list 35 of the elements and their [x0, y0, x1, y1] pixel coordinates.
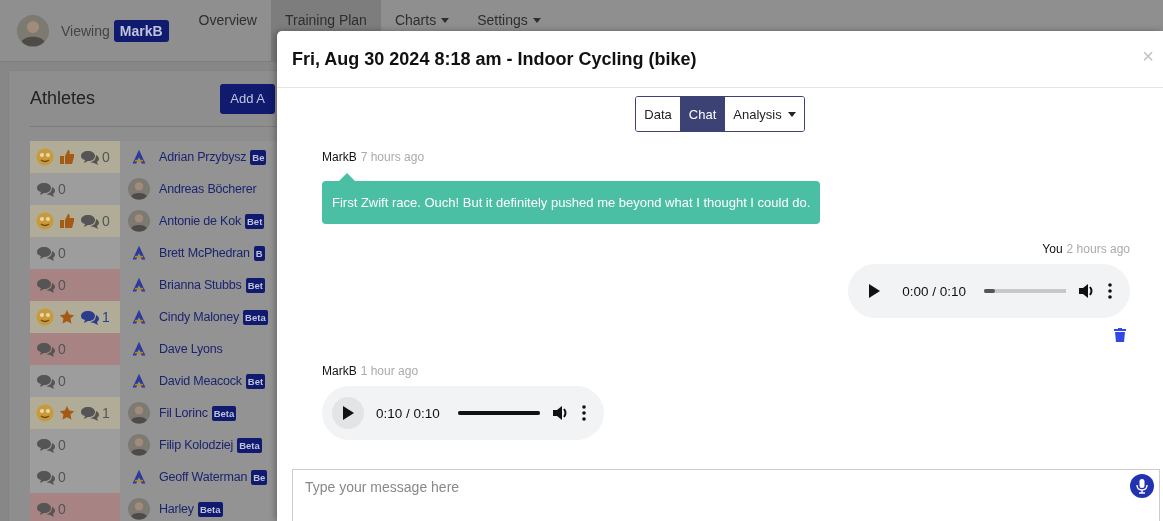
modal-title: Fri, Aug 30 2024 8:18 am - Indoor Cycling (bike) — [292, 48, 697, 70]
comment-count: 0 — [58, 373, 66, 389]
comment-count: 0 — [58, 181, 66, 197]
beta-badge: Bet — [245, 213, 265, 229]
user-badge: MarkB — [113, 19, 169, 42]
beta-badge: Be — [251, 469, 268, 485]
playback-time: 0:10 / 0:10 — [376, 405, 440, 421]
message-time: 1 hour ago — [360, 364, 419, 378]
comment-count: 0 — [58, 341, 66, 357]
comment-count: 1 — [102, 405, 110, 421]
panel-title: Athletes — [30, 88, 96, 109]
beta-badge: Bet — [245, 373, 266, 389]
comment-count: 0 — [58, 437, 66, 453]
message-time: 2 hours ago — [1066, 242, 1130, 256]
comment-count: 0 — [58, 245, 66, 261]
message-author: MarkB — [322, 364, 357, 378]
comment-count: 1 — [102, 309, 110, 325]
beta-badge: Beta — [197, 501, 223, 517]
beta-badge: Bet — [245, 277, 265, 293]
message-author: MarkB — [322, 150, 357, 164]
beta-badge: Beta — [237, 437, 262, 453]
comment-count: 0 — [58, 501, 66, 517]
message-time: 7 hours ago — [360, 150, 425, 164]
beta-badge: Be — [250, 149, 267, 165]
comment-count: 0 — [58, 469, 66, 485]
comment-count: 0 — [102, 149, 110, 165]
comment-count: 0 — [58, 277, 66, 293]
beta-badge: Beta — [243, 309, 268, 325]
playback-time: 0:00 / 0:10 — [902, 283, 966, 299]
message-bubble: First Zwift race. Ouch! But it definitely pushed me beyond what I thought I could do. — [322, 181, 821, 224]
comment-count: 0 — [102, 213, 110, 229]
viewing-label: Viewing — [61, 22, 110, 39]
message-author: You — [1042, 242, 1063, 256]
beta-badge: Beta — [211, 405, 237, 421]
beta-badge: B — [253, 245, 265, 261]
